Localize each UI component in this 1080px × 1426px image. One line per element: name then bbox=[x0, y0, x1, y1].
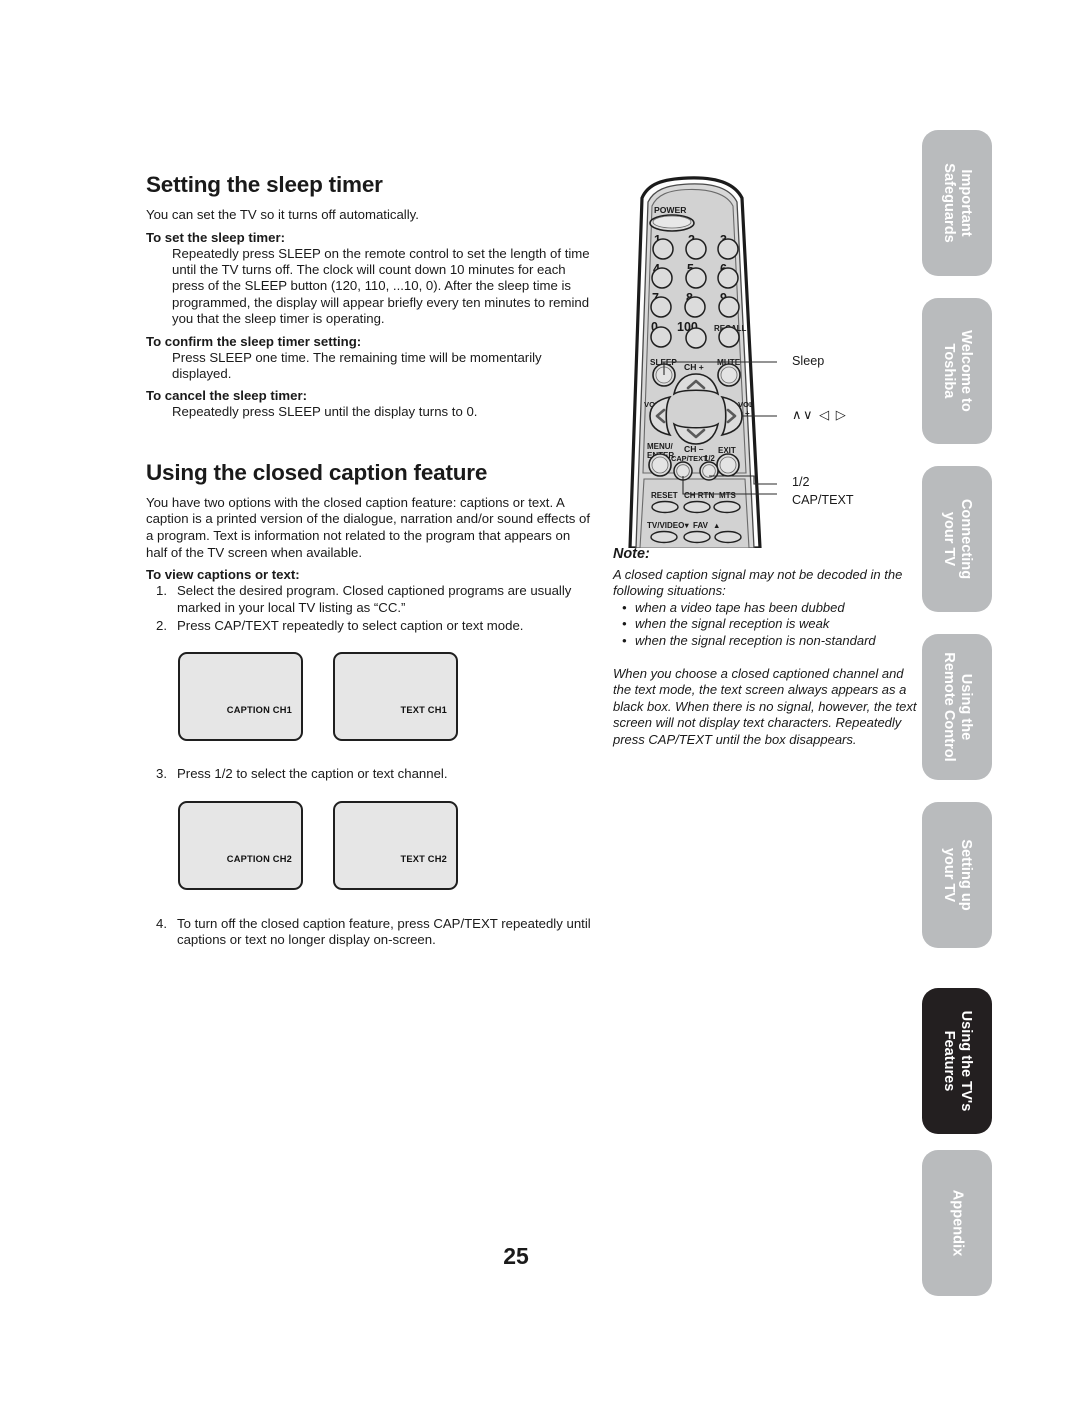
tab-using-the-remote-control[interactable]: Using the Remote Control bbox=[922, 634, 992, 780]
svg-text:RESET: RESET bbox=[651, 491, 678, 500]
chapter-tabs: Important Safeguards Welcome to Toshiba Co… bbox=[922, 0, 992, 1426]
step-text: Press 1/2 to select the caption or text … bbox=[177, 766, 448, 782]
left-content-column: Setting the sleep timer You can set the … bbox=[146, 172, 594, 949]
tv-screen-caption-ch2: CAPTION CH2 bbox=[178, 800, 303, 890]
tab-label: Using the TV's Features bbox=[941, 1010, 974, 1112]
list-item: 2. Press CAP/TEXT repeatedly to select c… bbox=[146, 618, 594, 634]
callout-cap-text: CAP/TEXT bbox=[792, 493, 854, 507]
page-title-closed-caption: Using the closed caption feature bbox=[146, 459, 488, 485]
caption-intro-text: You have two options with the closed cap… bbox=[146, 494, 591, 560]
remote-control-svg: POWER 1 2 3 4 5 6 7 8 9 0 bbox=[628, 176, 777, 548]
subheading-cancel-sleep-timer: To cancel the sleep timer: bbox=[146, 388, 307, 404]
tab-appendix[interactable]: Appendix bbox=[922, 1150, 992, 1296]
tab-welcome-to-toshiba[interactable]: Welcome to Toshiba bbox=[922, 298, 992, 444]
svg-text:TV/VIDEO: TV/VIDEO bbox=[647, 521, 684, 530]
caption-steps-list: 1. Select the desired program. Closed ca… bbox=[146, 583, 594, 634]
caption-step-3: 3. Press 1/2 to select the caption or te… bbox=[146, 766, 594, 782]
tab-label: Setting up your TV bbox=[941, 839, 974, 911]
step-number: 3. bbox=[156, 766, 167, 782]
tab-label: Connecting your TV bbox=[941, 498, 974, 580]
manual-page: Setting the sleep timer You can set the … bbox=[0, 0, 1080, 1426]
note-block: Note: A closed caption signal may not be… bbox=[613, 546, 918, 748]
list-item: when a video tape has been dubbed bbox=[613, 600, 918, 617]
sleep-intro-text: You can set the TV so it turns off autom… bbox=[146, 207, 419, 222]
screen-label: CAPTION CH1 bbox=[226, 705, 292, 716]
page-number-value: 25 bbox=[503, 1243, 529, 1269]
tv-screen-text-ch2: TEXT CH2 bbox=[333, 800, 458, 890]
callout-arrow-keys: ∧∨ ◁ ▷ bbox=[792, 407, 848, 422]
note-heading: Note: bbox=[613, 546, 650, 562]
step-text: To turn off the closed caption feature, … bbox=[177, 915, 591, 948]
note-bullet-list: when a video tape has been dubbed when t… bbox=[613, 600, 918, 650]
note-paragraph-2: When you choose a closed captioned chann… bbox=[613, 666, 917, 747]
list-item: when the signal reception is weak bbox=[613, 616, 918, 633]
svg-text:POWER: POWER bbox=[654, 205, 687, 215]
tab-connecting-your-tv[interactable]: Connecting your TV bbox=[922, 466, 992, 612]
step-number: 4. bbox=[156, 915, 167, 931]
callout-sleep: Sleep bbox=[792, 354, 825, 368]
body-set-sleep-timer: Repeatedly press SLEEP on the remote con… bbox=[172, 245, 590, 327]
subheading-set-sleep-timer: To set the sleep timer: bbox=[146, 229, 285, 245]
tv-screen-caption-ch1: CAPTION CH1 bbox=[178, 652, 303, 742]
screen-label: TEXT CH1 bbox=[400, 705, 447, 716]
remote-control-illustration: POWER 1 2 3 4 5 6 7 8 9 0 bbox=[614, 176, 854, 548]
tab-label: Using the Remote Control bbox=[941, 652, 974, 762]
subheading-confirm-sleep-timer: To confirm the sleep timer setting: bbox=[146, 333, 362, 349]
screen-label: CAPTION CH2 bbox=[226, 853, 292, 864]
svg-text:+: + bbox=[745, 409, 750, 418]
note-paragraph-1: A closed caption signal may not be decod… bbox=[613, 567, 903, 599]
tab-important-safeguards[interactable]: Important Safeguards bbox=[922, 130, 992, 276]
page-title-sleep-timer: Setting the sleep timer bbox=[146, 172, 383, 197]
page-number: 25 bbox=[0, 1243, 1080, 1270]
tab-setting-up-your-tv[interactable]: Setting up your TV bbox=[922, 802, 992, 948]
tv-screen-examples-row-1: CAPTION CH1 TEXT CH1 bbox=[146, 652, 594, 744]
list-item: 1. Select the desired program. Closed ca… bbox=[146, 583, 594, 616]
caption-step-4: 4. To turn off the closed caption featur… bbox=[146, 916, 594, 949]
step-text: Press CAP/TEXT repeatedly to select capt… bbox=[177, 618, 524, 634]
tab-label: Important Safeguards bbox=[941, 163, 974, 243]
callout-one-two: 1/2 bbox=[792, 475, 810, 489]
svg-text:MENU/: MENU/ bbox=[647, 442, 674, 451]
svg-text:FAV: FAV bbox=[693, 521, 709, 530]
svg-text:▲: ▲ bbox=[713, 521, 720, 530]
list-item: when the signal reception is non-standar… bbox=[613, 633, 918, 650]
tv-screen-examples-row-2: CAPTION CH2 TEXT CH2 bbox=[146, 800, 594, 893]
svg-text:CH –: CH – bbox=[684, 444, 704, 454]
step-number: 2. bbox=[156, 618, 167, 634]
step-text: Select the desired program. Closed capti… bbox=[177, 583, 572, 615]
body-cancel-sleep-timer: Repeatedly press SLEEP until the display… bbox=[172, 404, 478, 420]
step-number: 1. bbox=[156, 583, 167, 599]
svg-text:CH +: CH + bbox=[684, 362, 704, 372]
svg-text:MTS: MTS bbox=[719, 491, 737, 500]
tv-screen-text-ch1: TEXT CH1 bbox=[333, 652, 458, 742]
svg-text:CH RTN: CH RTN bbox=[684, 491, 714, 500]
screen-label: TEXT CH2 bbox=[400, 853, 447, 864]
svg-text:CAP/TEXT: CAP/TEXT bbox=[671, 454, 708, 463]
body-confirm-sleep-timer: Press SLEEP one time. The remaining time… bbox=[172, 349, 542, 382]
subheading-view-captions: To view captions or text: bbox=[146, 567, 300, 583]
svg-text:▼: ▼ bbox=[683, 521, 690, 530]
tab-label: Welcome to Toshiba bbox=[941, 330, 974, 412]
tab-using-the-tvs-features[interactable]: Using the TV's Features bbox=[922, 988, 992, 1134]
